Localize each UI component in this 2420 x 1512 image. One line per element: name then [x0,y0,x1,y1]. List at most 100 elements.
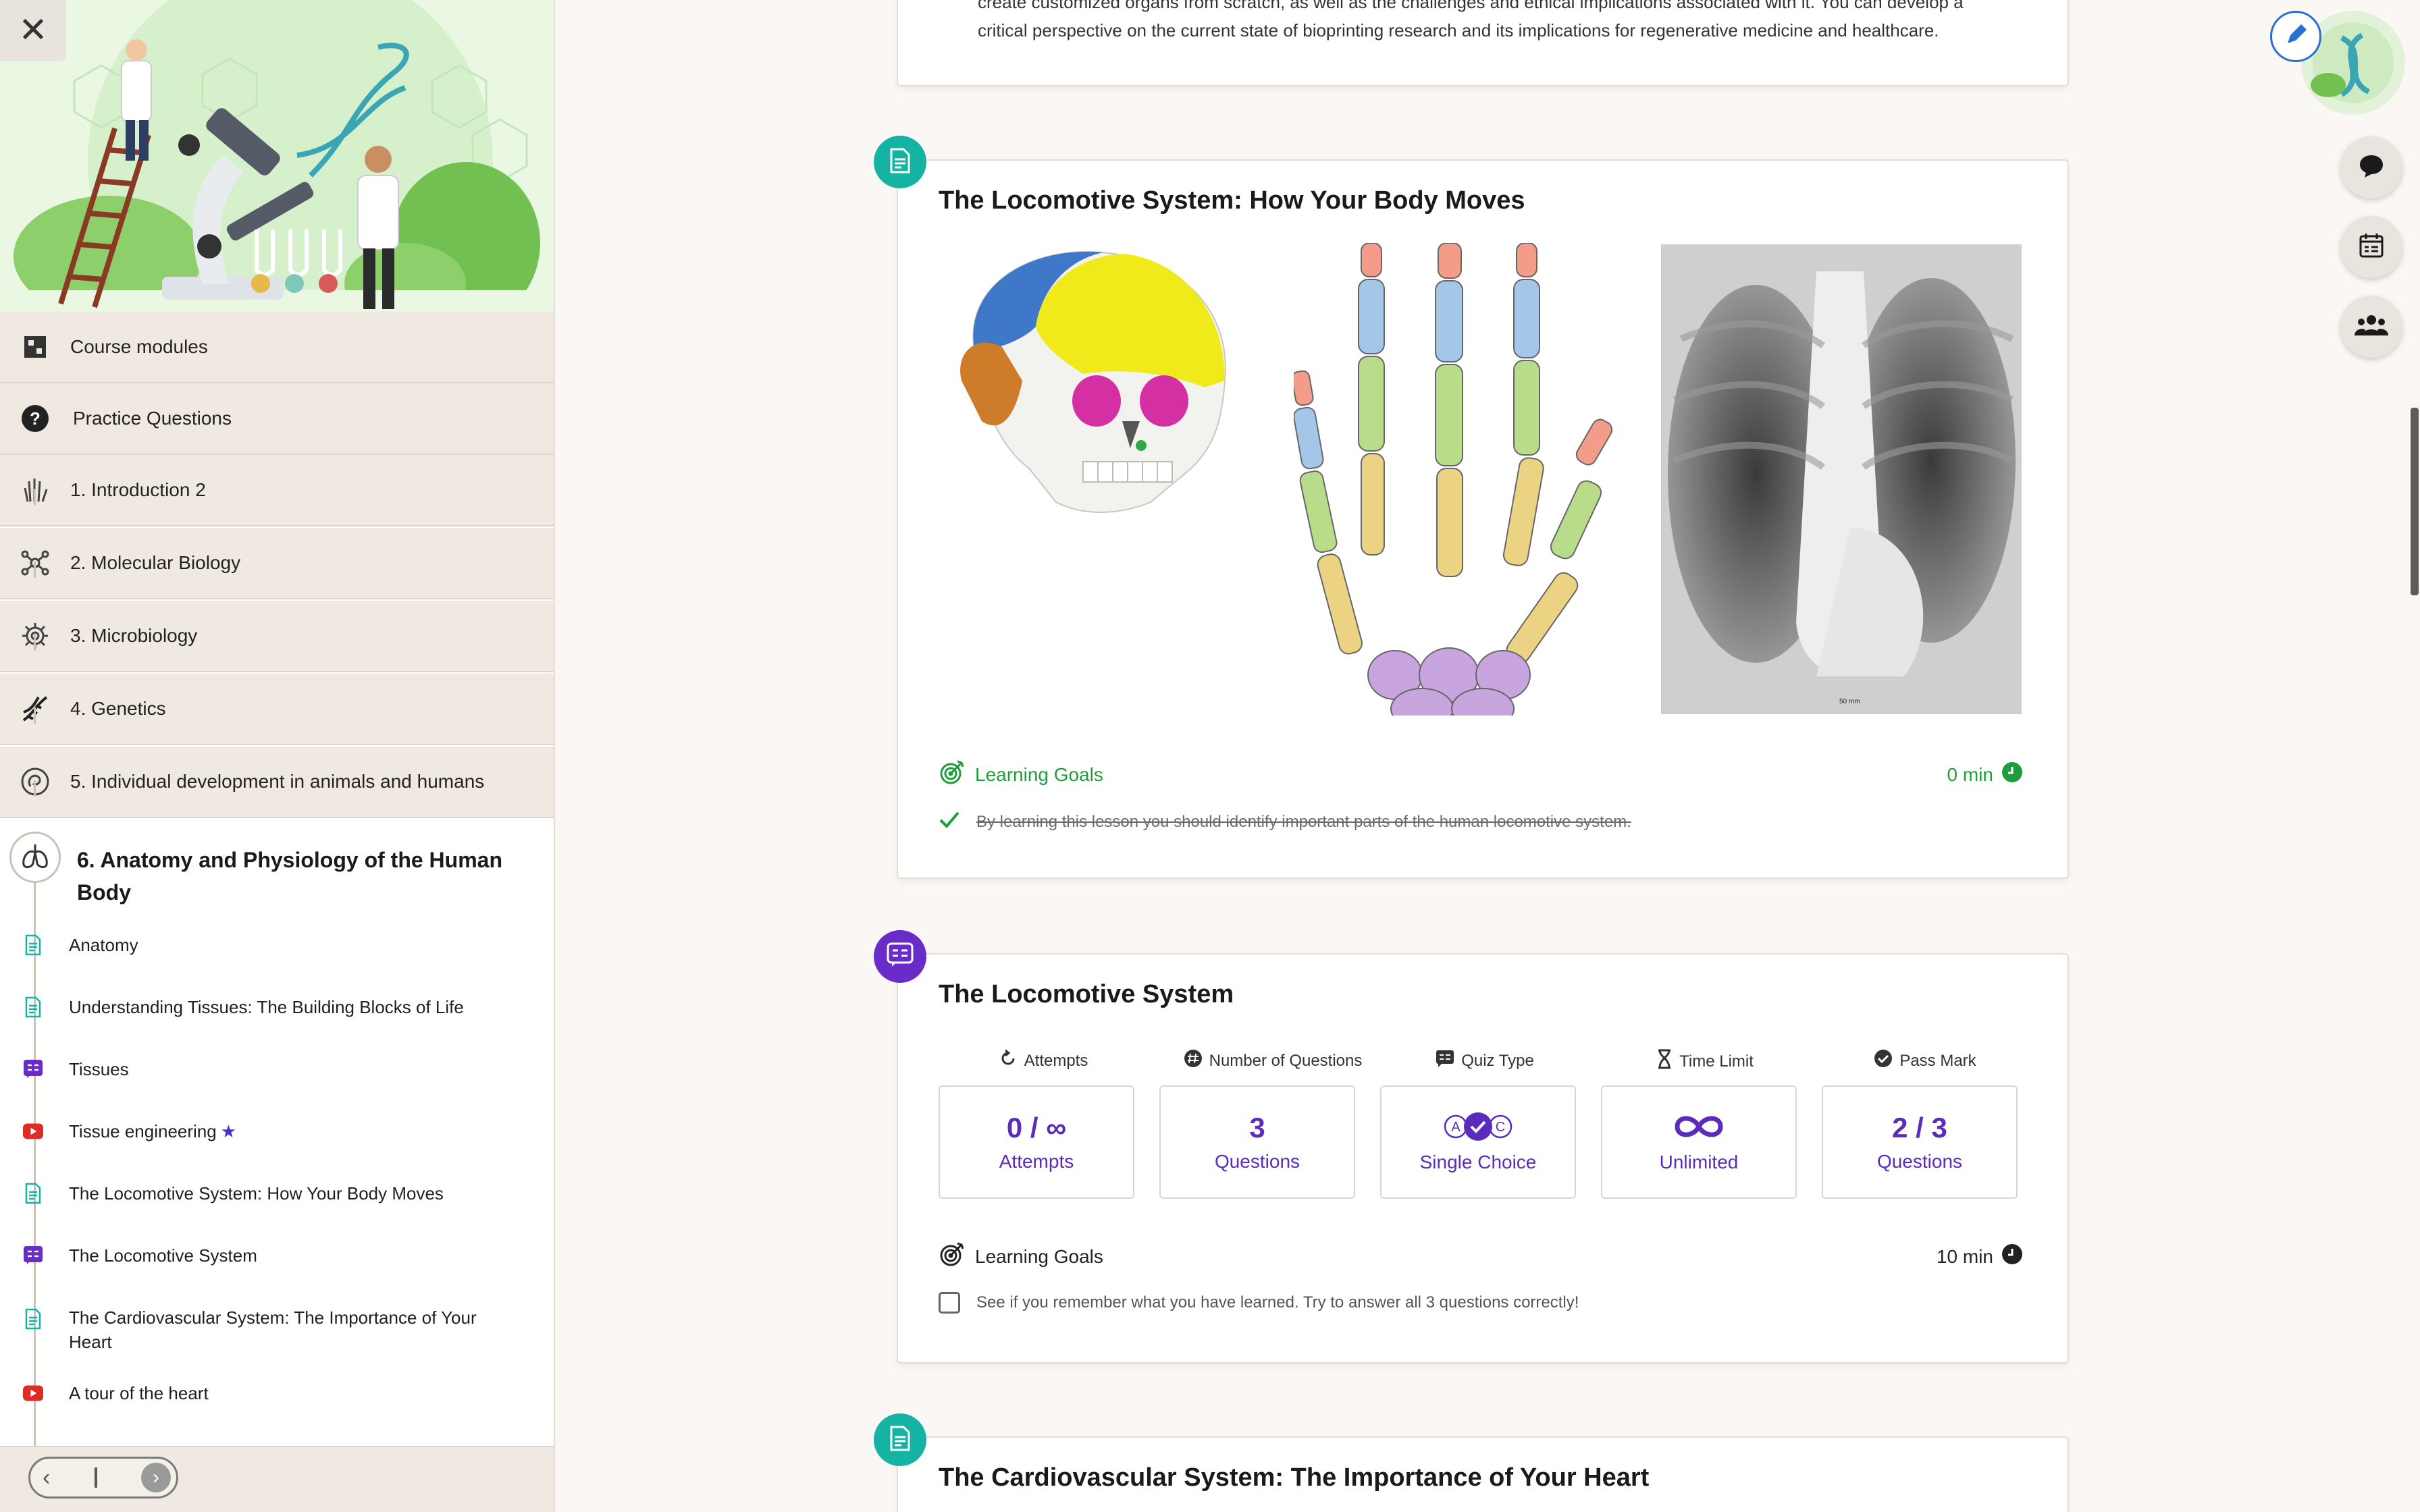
chest-xray-image: 50 mm [1661,244,2022,714]
check-icon [939,810,960,834]
next-page-button[interactable]: › [140,1463,171,1492]
questions-count-value: 3 [1249,1112,1265,1143]
lesson-description: create customized organs from scratch, a… [978,0,1964,40]
timeline-rail [34,707,36,724]
questions-count-stat: 3 Questions [1159,1085,1355,1199]
xray-scale-label: 50 mm [1839,698,1860,705]
sidebar-item-label: 5. Individual development in animals and… [70,771,485,792]
document-icon [889,147,912,178]
pager-divider [94,1467,97,1488]
lesson-item-understanding-tissues[interactable]: Understanding Tissues: The Building Bloc… [0,980,554,1034]
help-circle-icon: ? [19,402,51,435]
quiz-icon [23,1243,43,1268]
attempts-caption: Attempts [999,1151,1074,1172]
stat-heading-text: Pass Mark [1899,1051,1976,1070]
group-icon [2355,314,2388,340]
stat-heading-text: Number of Questions [1209,1051,1363,1070]
lesson-item-tissue-engineering[interactable]: Tissue engineering ★ [0,1104,554,1158]
prev-page-button[interactable]: ‹ [43,1465,50,1491]
video-icon [23,1381,43,1405]
lesson-card-locomotive-body-moves[interactable]: The Locomotive System: How Your Body Mov… [897,159,2069,879]
hash-icon [1184,1049,1203,1073]
target-icon [939,759,966,790]
calendar-icon [2358,232,2385,263]
document-icon [23,1307,43,1331]
page-scrollbar[interactable] [2411,408,2419,595]
sidebar-item-practice-questions[interactable]: ? Practice Questions [0,383,554,455]
sidebar-item-introduction[interactable]: 1. Introduction 2 [0,455,554,526]
duration-value: 0 min [1947,763,1993,785]
lesson-label: Tissue engineering ★ [69,1119,501,1143]
lab-scientists-illustration [0,0,554,312]
document-icon [889,1425,912,1455]
quiz-icon [887,942,914,971]
lesson-label-text: Tissue engineering [69,1121,217,1141]
learning-goals-row: Learning Goals 10 min [939,1241,2023,1272]
puzzle-icon [19,331,51,363]
lesson-card-title: The Locomotive System: How Your Body Mov… [939,186,1525,215]
edit-button[interactable] [2270,11,2321,62]
quiz-type-caption: Single Choice [1419,1151,1537,1172]
quiz-type-stat: A C Single Choice [1380,1085,1576,1199]
quiz-type-icon [1436,1049,1454,1073]
close-sidebar-button[interactable]: ✕ [0,0,66,61]
lesson-label: Anatomy [69,935,138,955]
pass-mark-caption: Questions [1876,1151,1963,1172]
stat-heading-text: Attempts [1024,1051,1088,1070]
learning-goals-label: Learning Goals [975,1245,1103,1267]
lesson-type-badge [874,1413,926,1466]
svg-text:C: C [1496,1120,1505,1135]
duration-indicator: 10 min [1937,1243,2023,1270]
chat-button[interactable] [2340,136,2402,198]
learning-goal-item: See if you remember what you have learne… [939,1292,1579,1314]
pass-mark-stat: 2 / 3 Questions [1822,1085,2018,1199]
refresh-icon [999,1049,1018,1073]
attempts-value: 0 / ∞ [1006,1112,1067,1143]
lesson-label: The Locomotive System: How Your Body Mov… [69,1183,444,1204]
chapter-6-badge [9,832,61,883]
sidebar-item-individual-development[interactable]: 5. Individual development in animals and… [0,747,554,818]
lesson-label: A tour of the heart [69,1383,209,1403]
document-icon [23,1181,43,1206]
svg-text:A: A [1451,1120,1461,1135]
learning-goals-heading: Learning Goals [939,1241,1103,1272]
sidebar-item-label: Practice Questions [73,408,232,429]
lesson-card-cardiovascular[interactable]: The Cardiovascular System: The Importanc… [897,1436,2069,1512]
lesson-item-anatomy[interactable]: Anatomy [0,918,554,972]
lesson-item-tour-of-heart[interactable]: A tour of the heart [0,1366,554,1420]
learning-goal-text: See if you remember what you have learne… [976,1293,1579,1312]
lesson-item-tissues[interactable]: Tissues [0,1042,554,1096]
quiz-card-title: The Locomotive System [939,980,1234,1008]
learning-goal-item: By learning this lesson you should ident… [939,810,1631,834]
sidebar-item-microbiology[interactable]: 3. Microbiology [0,601,554,672]
pass-mark-heading: Pass Mark [1827,1049,2023,1073]
sidebar-item-course-modules[interactable]: Course modules [0,312,554,383]
active-chapter-title[interactable]: 6. Anatomy and Physiology of the Human B… [77,844,523,909]
calendar-button[interactable] [2340,216,2402,278]
document-icon [23,995,43,1019]
bioprinting-lesson-card: create customized organs from scratch, a… [897,0,2069,86]
check-circle-icon [1874,1049,1893,1073]
pencil-icon [2282,22,2309,52]
lesson-item-cardiovascular-system[interactable]: The Cardiovascular System: The Importanc… [0,1292,554,1366]
sidebar-item-molecular-biology[interactable]: 2. Molecular Biology [0,528,554,599]
quiz-card-locomotive-system[interactable]: The Locomotive System Attempts Number of… [897,953,2069,1364]
skull-image [948,246,1245,518]
sidebar-item-label: 2. Molecular Biology [70,552,241,573]
community-button[interactable] [2340,296,2402,358]
goal-checkbox[interactable] [939,1292,960,1314]
quiz-type-badge [874,930,926,983]
hand-bones-image [1291,242,1618,730]
chat-bubble-icon [2358,153,2385,182]
time-limit-stat: Unlimited [1601,1085,1797,1199]
lesson-item-locomotive-system-quiz[interactable]: The Locomotive System [0,1228,554,1282]
sidebar-pager: ‹ › [28,1457,178,1498]
time-limit-caption: Unlimited [1659,1151,1739,1172]
duration-value: 10 min [1936,1245,1993,1267]
timeline-rail [34,562,36,578]
learning-goals-row: Learning Goals 0 min [939,759,2023,790]
attempts-stat: 0 / ∞ Attempts [939,1085,1134,1199]
sidebar-item-genetics[interactable]: 4. Genetics [0,674,554,745]
timeline-rail [34,489,36,505]
lesson-item-locomotive-system-body-moves[interactable]: The Locomotive System: How Your Body Mov… [0,1166,554,1220]
